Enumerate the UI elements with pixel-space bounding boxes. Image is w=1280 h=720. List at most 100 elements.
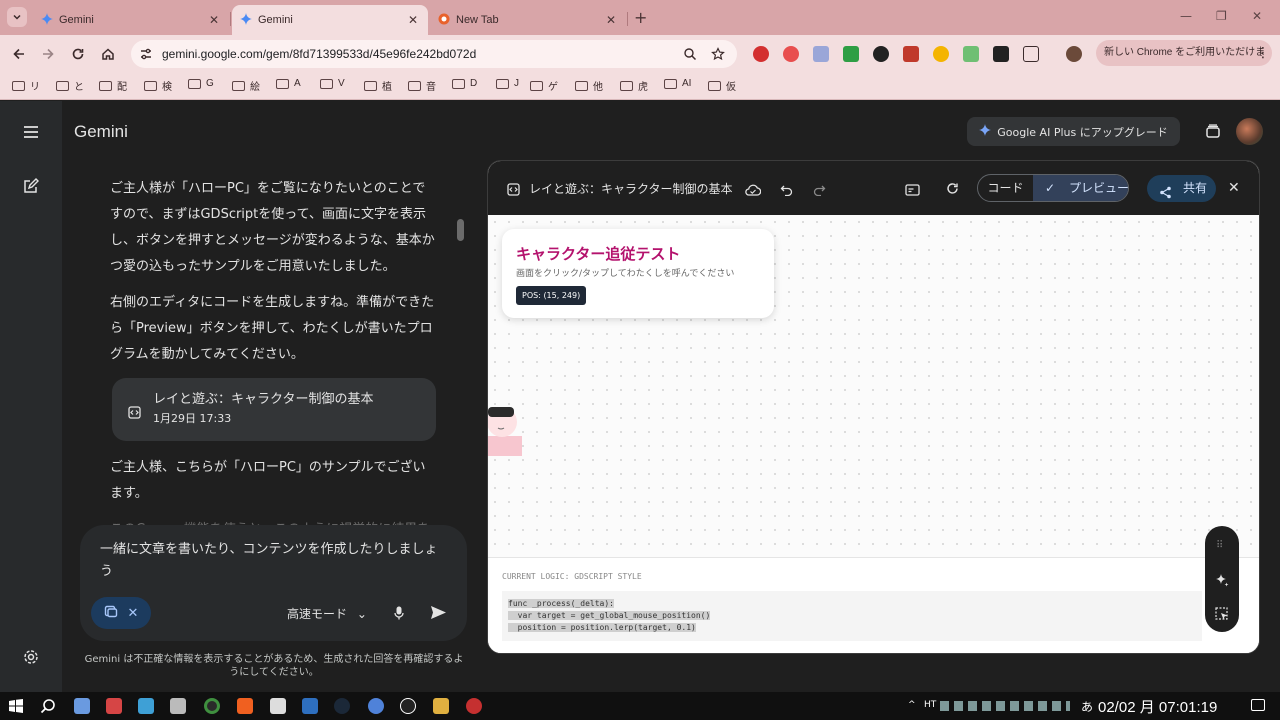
microphone-icon[interactable] xyxy=(394,605,404,624)
bookmark-star-icon[interactable] xyxy=(711,47,725,61)
taskbar-app-icon[interactable] xyxy=(466,698,482,714)
close-tab-icon[interactable]: ✕ xyxy=(209,13,219,27)
bookmark-folder[interactable]: 植 xyxy=(364,78,392,93)
preview-tab[interactable]: ✓ プレビュー xyxy=(1033,175,1128,201)
canvas-document-card[interactable]: レイと遊ぶ：キャラクター制御の基本 1月29日 17:33 xyxy=(112,378,436,441)
share-button[interactable]: 共有 xyxy=(1147,175,1216,202)
taskbar-app-icon[interactable] xyxy=(138,698,154,714)
bookmark-folder[interactable]: リ xyxy=(12,78,40,93)
home-icon[interactable] xyxy=(98,44,118,64)
maximize-icon[interactable]: ❐ xyxy=(1216,9,1227,23)
app-title[interactable]: Gemini xyxy=(74,122,128,142)
refresh-icon[interactable] xyxy=(946,180,959,199)
console-icon[interactable] xyxy=(905,181,920,200)
bookmark-folder[interactable]: ゲ xyxy=(530,78,558,93)
code-tab[interactable]: コード xyxy=(978,175,1033,201)
drag-handle-icon[interactable]: ⠿ xyxy=(1216,540,1223,551)
bookmark-folder[interactable]: 他 xyxy=(575,78,603,93)
ime-indicator[interactable]: あ xyxy=(1081,698,1093,715)
bookmark-folder[interactable]: D xyxy=(452,78,477,89)
tray-overflow-icon[interactable]: ^ xyxy=(908,700,916,710)
select-element-icon[interactable] xyxy=(1215,606,1229,625)
bookmark-folder[interactable]: V xyxy=(320,78,345,89)
redo-icon[interactable] xyxy=(813,181,826,200)
minimize-icon[interactable]: — xyxy=(1180,9,1192,23)
site-info-icon[interactable] xyxy=(139,47,153,61)
taskbar-app-icon[interactable] xyxy=(74,698,90,714)
new-chat-icon[interactable] xyxy=(23,178,39,198)
chrome-update-promo[interactable]: 新しい Chrome をご利用いただけます⋮ xyxy=(1096,40,1272,84)
extension-icon[interactable] xyxy=(783,46,799,62)
taskbar-steam-icon[interactable] xyxy=(334,698,350,714)
extension-icon[interactable] xyxy=(963,46,979,62)
close-canvas-icon[interactable]: ✕ xyxy=(1228,180,1240,196)
taskbar-app-icon[interactable] xyxy=(170,698,186,714)
canvas-tool-chip[interactable]: ✕ xyxy=(91,597,151,629)
extension-icon[interactable] xyxy=(933,46,949,62)
menu-icon[interactable] xyxy=(23,124,39,143)
bookmark-folder[interactable]: A xyxy=(276,78,301,89)
settings-gear-icon[interactable] xyxy=(23,649,39,669)
taskbar-app-icon[interactable] xyxy=(433,698,449,714)
character-sprite[interactable] xyxy=(488,402,522,456)
tab-gemini-2[interactable]: Gemini ✕ xyxy=(232,5,428,35)
close-window-icon[interactable]: ✕ xyxy=(1252,9,1262,23)
extension-icon[interactable] xyxy=(843,46,859,62)
prompt-composer[interactable]: 一緒に文章を書いたり、コンテンツを作成したりしましょう ✕ 高速モード ⌄ xyxy=(80,525,467,641)
forward-icon[interactable] xyxy=(38,44,58,64)
bookmark-folder[interactable]: と xyxy=(56,78,84,93)
bookmark-folder[interactable]: G xyxy=(188,78,214,89)
taskbar-app-icon[interactable] xyxy=(106,698,122,714)
taskbar-clock[interactable]: 02/02 月 07:01:19 xyxy=(1098,696,1217,717)
extension-icon[interactable] xyxy=(993,46,1009,62)
new-tab-icon[interactable]: + xyxy=(634,8,647,27)
tab-new-tab[interactable]: New Tab ✕ xyxy=(430,5,626,35)
notification-icon[interactable] xyxy=(1251,699,1265,711)
windows-start-icon[interactable] xyxy=(9,698,25,714)
tab-search-button[interactable] xyxy=(7,7,27,27)
taskbar-app-icon[interactable] xyxy=(302,698,318,714)
profile-avatar[interactable] xyxy=(1066,46,1082,62)
close-tab-icon[interactable]: ✕ xyxy=(408,13,418,27)
undo-icon[interactable] xyxy=(780,181,793,200)
bookmark-folder[interactable]: 音 xyxy=(408,78,436,93)
taskbar-brave-icon[interactable] xyxy=(237,698,253,714)
bookmark-folder[interactable]: 虎 xyxy=(620,78,648,93)
chrome-menu-icon[interactable]: ⋮ xyxy=(1256,45,1272,61)
remove-tool-icon[interactable]: ✕ xyxy=(128,606,139,621)
ai-edit-sparkle-icon[interactable] xyxy=(1215,572,1229,591)
upgrade-button[interactable]: Google AI Plus にアップグレード xyxy=(967,117,1180,146)
bookmark-folder[interactable]: 配 xyxy=(99,78,127,93)
preview-stage[interactable]: キャラクター追従テスト 画面をクリック/タップしてわたくしを呼んでください PO… xyxy=(488,215,1259,557)
tab-gemini-1[interactable]: Gemini ✕ xyxy=(33,5,229,35)
extension-icon[interactable] xyxy=(813,46,829,62)
cloud-saved-icon[interactable] xyxy=(745,181,762,200)
bookmark-folder[interactable]: AI xyxy=(664,78,691,89)
adblock-extension-icon[interactable] xyxy=(753,46,769,62)
extension-icon[interactable] xyxy=(903,46,919,62)
taskbar-app-icon[interactable] xyxy=(270,698,286,714)
bookmark-folder[interactable]: 仮 xyxy=(708,78,736,93)
send-icon[interactable] xyxy=(430,605,447,624)
taskbar-chrome-icon[interactable] xyxy=(204,698,220,714)
bookmark-folder[interactable]: J xyxy=(496,78,519,89)
search-icon[interactable] xyxy=(40,698,56,714)
close-tab-icon[interactable]: ✕ xyxy=(606,13,616,27)
taskbar-app-icon[interactable] xyxy=(368,698,384,714)
prompt-input[interactable]: 一緒に文章を書いたり、コンテンツを作成したりしましょう xyxy=(100,539,445,583)
extension-icon[interactable] xyxy=(873,46,889,62)
reload-icon[interactable] xyxy=(68,44,88,64)
zoom-icon[interactable] xyxy=(683,47,697,61)
taskbar-app-icon[interactable] xyxy=(400,698,416,714)
bookmark-folder[interactable]: 検 xyxy=(144,78,172,93)
chat-scrollbar[interactable] xyxy=(455,161,466,527)
address-bar[interactable]: gemini.google.com/gem/8fd71399533d/45e96… xyxy=(131,40,737,68)
model-mode-selector[interactable]: 高速モード ⌄ xyxy=(287,605,367,622)
back-icon[interactable] xyxy=(9,44,29,64)
tray-icons[interactable] xyxy=(940,701,1070,711)
extensions-puzzle-icon[interactable] xyxy=(1023,46,1039,62)
bookmark-folder[interactable]: 絵 xyxy=(232,78,260,93)
account-avatar[interactable] xyxy=(1236,118,1263,145)
scrollbar-thumb[interactable] xyxy=(457,219,464,241)
gem-manager-icon[interactable] xyxy=(1205,123,1221,143)
